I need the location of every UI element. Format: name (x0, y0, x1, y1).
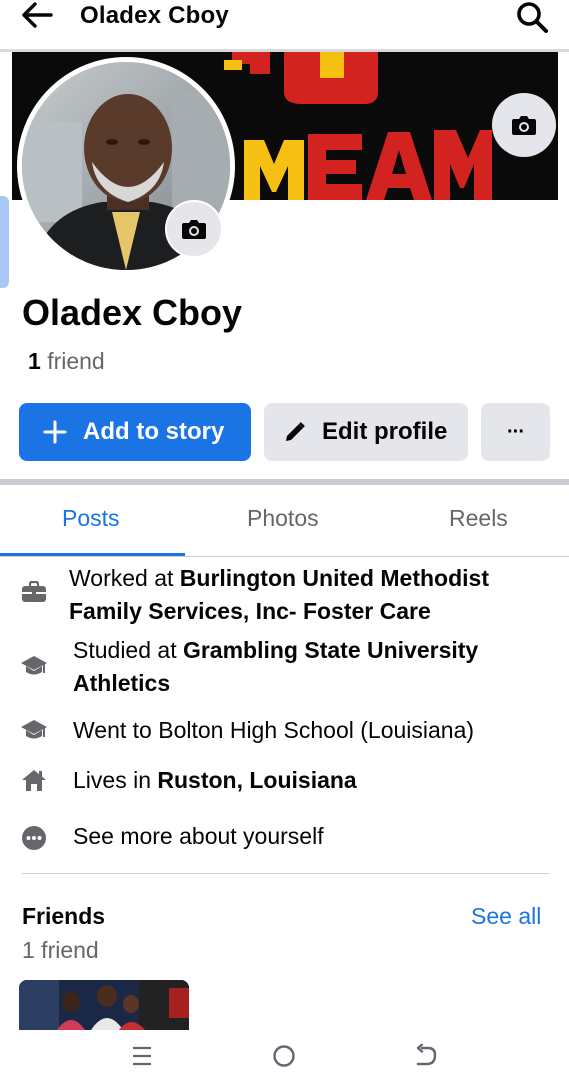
system-nav-bar (0, 1030, 569, 1080)
friends-count: 1 friend (22, 937, 99, 963)
back-nav-button[interactable] (406, 1042, 446, 1070)
home-button[interactable] (264, 1042, 304, 1070)
edit-profile-button[interactable]: Edit profile (264, 403, 468, 461)
about-study-row[interactable]: Studied at Grambling State University At… (0, 634, 569, 704)
side-handle[interactable] (0, 196, 9, 288)
profile-name: Oladex Cboy (22, 292, 243, 333)
about-lives-row[interactable]: Lives in Ruston, Louisiana (0, 764, 569, 800)
tab-reels[interactable]: Reels (449, 505, 508, 532)
home-icon (20, 766, 48, 794)
add-to-story-label: Add to story (83, 418, 225, 445)
top-bar: Oladex Cboy (0, 0, 569, 50)
graduation-cap-icon (20, 716, 48, 744)
arrow-left-icon (22, 2, 53, 28)
tab-posts[interactable]: Posts (62, 505, 120, 532)
about-school-row[interactable]: Went to Bolton High School (Louisiana) (0, 714, 569, 750)
avatar-camera-button[interactable] (165, 200, 223, 258)
friend-count-word: friend (47, 348, 105, 374)
edit-profile-label: Edit profile (322, 418, 448, 445)
back-arrow-icon (416, 1044, 437, 1066)
page-title: Oladex Cboy (80, 2, 229, 29)
about-lives-prefix: Lives in (73, 767, 158, 793)
about-work-text: Worked at Burlington United Methodist Fa… (69, 562, 549, 628)
about-study-prefix: Studied at (73, 637, 183, 663)
about-work-prefix: Worked at (69, 565, 180, 591)
tabs-divider (0, 556, 569, 557)
recent-apps-button[interactable] (122, 1042, 162, 1070)
see-more-about-row[interactable]: See more about yourself (0, 820, 569, 856)
briefcase-icon (20, 578, 48, 606)
camera-icon (512, 116, 536, 135)
about-study-text: Studied at Grambling State University At… (73, 634, 543, 700)
about-school-text: Went to Bolton High School (Louisiana) (73, 717, 475, 743)
about-lives-place: Ruston, Louisiana (157, 767, 357, 793)
section-divider (0, 479, 569, 485)
friend-count-number: 1 (28, 348, 41, 374)
see-all-friends-link[interactable]: See all (471, 903, 541, 930)
about-work-row[interactable]: Worked at Burlington United Methodist Fa… (0, 562, 569, 632)
search-button[interactable] (514, 0, 554, 34)
circle-home-icon (273, 1045, 295, 1067)
add-to-story-button[interactable]: Add to story (19, 403, 251, 461)
see-more-about-text: See more about yourself (73, 823, 324, 849)
camera-icon (182, 220, 206, 239)
graduation-cap-icon (20, 652, 48, 680)
more-options-button[interactable]: ··· (481, 403, 550, 461)
friend-count[interactable]: 1 friend (28, 348, 105, 375)
search-icon (517, 2, 548, 33)
cover-camera-button[interactable] (492, 93, 556, 157)
plus-icon (43, 420, 67, 444)
about-lives-text: Lives in Ruston, Louisiana (73, 764, 357, 797)
friend-photo-image (19, 980, 189, 1030)
back-button[interactable] (20, 0, 60, 30)
more-options-label: ··· (507, 420, 525, 443)
friends-divider (22, 873, 549, 874)
more-icon (20, 824, 48, 852)
tab-photos[interactable]: Photos (247, 505, 319, 532)
friends-title: Friends (22, 903, 106, 929)
menu-lines-icon (133, 1046, 151, 1066)
friend-photo[interactable] (19, 980, 189, 1030)
pencil-icon (284, 421, 306, 443)
